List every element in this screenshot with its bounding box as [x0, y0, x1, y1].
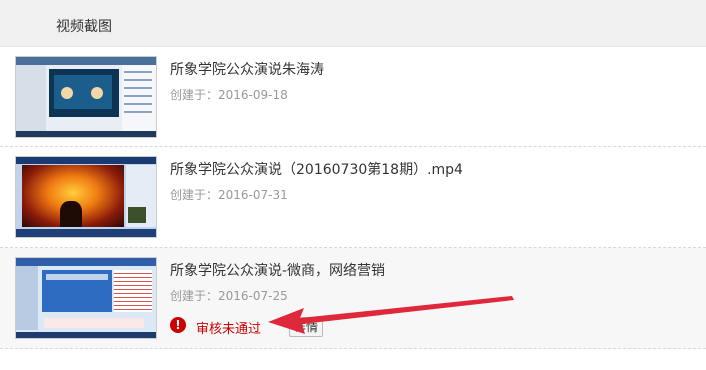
video-thumbnail[interactable] [15, 56, 157, 138]
video-title[interactable]: 所象学院公众演说朱海涛 [170, 59, 324, 79]
list-item[interactable]: 所象学院公众演说（20160730第18期）.mp4 创建于：2016-07-3… [0, 147, 706, 248]
video-thumbnail[interactable] [15, 156, 157, 238]
list-item[interactable]: 所象学院公众演说朱海涛 创建于：2016-09-18 [0, 47, 706, 147]
video-title[interactable]: 所象学院公众演说-微商，网络营销 [170, 260, 385, 280]
header-bar: 视频截图 [0, 0, 706, 47]
detail-button[interactable]: 详情 [289, 317, 324, 337]
video-title[interactable]: 所象学院公众演说（20160730第18期）.mp4 [170, 159, 463, 179]
page-title: 视频截图 [56, 19, 112, 35]
video-date: 创建于：2016-07-31 [170, 188, 288, 202]
list-item[interactable]: 所象学院公众演说-微商，网络营销 创建于：2016-07-25 ! 审核未通过 … [0, 248, 706, 349]
video-date: 创建于：2016-09-18 [170, 88, 288, 102]
video-date: 创建于：2016-07-25 [170, 289, 288, 303]
exclamation-circle-icon: ! [170, 317, 186, 333]
review-status: 审核未通过 [196, 322, 262, 337]
video-thumbnail[interactable] [15, 257, 157, 339]
